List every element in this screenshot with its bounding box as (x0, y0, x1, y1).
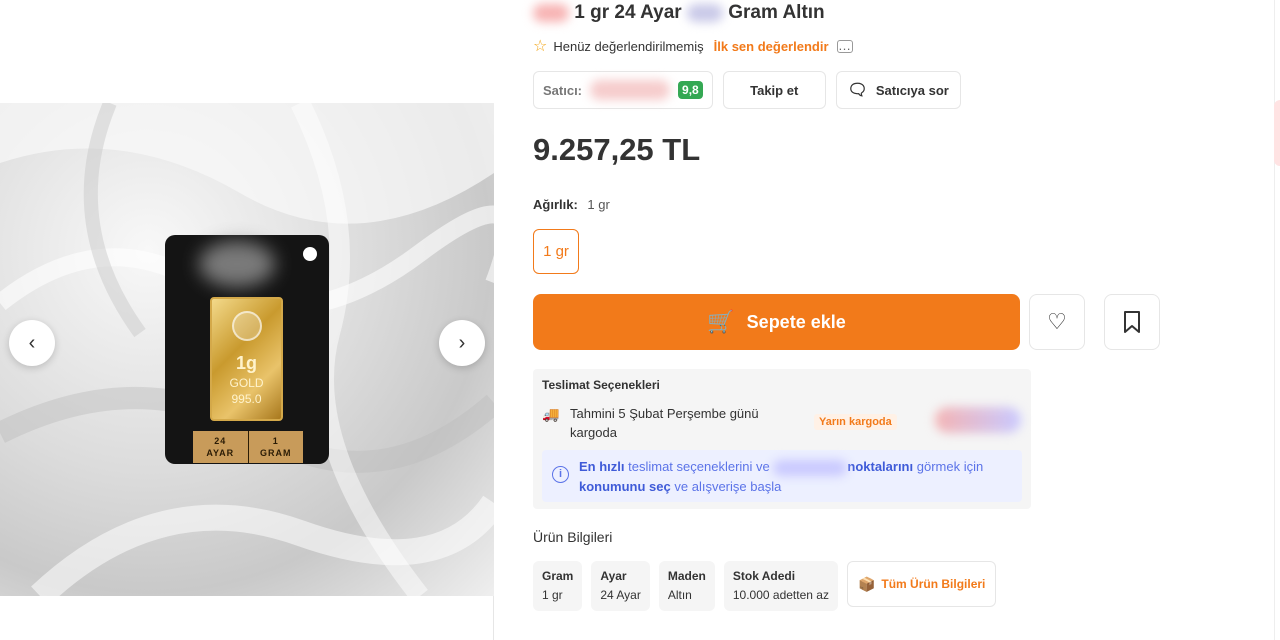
product-info-title: Ürün Bilgileri (533, 529, 613, 545)
blurred-logo (199, 241, 275, 287)
all-product-info-label: Tüm Ürün Bilgileri (881, 577, 986, 591)
product-attributes: Gram 1 gr Ayar 24 Ayar Maden Altın Stok … (533, 561, 997, 611)
heart-icon: ♡ (1047, 309, 1067, 334)
delivery-options: Teslimat Seçenekleri 🚚 Tahmini 5 Şubat P… (533, 369, 1031, 509)
blurred-brand (533, 3, 569, 22)
rating-status: Henüz değerlendirilmemiş (553, 38, 704, 54)
attribute-stock: Stok Adedi 10.000 adetten az (723, 561, 838, 611)
rating-row: ☆ Henüz değerlendirilmemiş İlk sen değer… (533, 36, 853, 56)
blurred-seller-name (590, 80, 671, 100)
location-text-6: ve alışverişe başla (674, 479, 782, 494)
save-button[interactable] (1104, 294, 1160, 350)
product-gallery: 1g GOLD 995.0 24 AYAR 1 GRAM ‹ › (0, 0, 494, 640)
card-label-left: 24 AYAR (193, 431, 248, 463)
comment-icon[interactable]: … (836, 39, 853, 53)
next-day-badge: Yarın kargoda (814, 414, 897, 430)
select-location-link[interactable]: konumunu seç (579, 479, 671, 494)
location-text: En hızlı teslimat seçeneklerini ve nokta… (579, 457, 1009, 497)
card-label-right: 1 GRAM (247, 431, 304, 463)
gold-purity: 995.0 (231, 392, 262, 406)
title-part-1: 1 gr 24 Ayar (574, 2, 682, 23)
delivery-title: Teslimat Seçenekleri (542, 378, 660, 392)
location-prompt[interactable]: i En hızlı teslimat seçeneklerini ve nok… (542, 450, 1022, 502)
previous-image-button[interactable]: ‹ (9, 320, 55, 366)
seller-score-badge: 9,8 (678, 81, 703, 99)
star-outline-icon: ☆ (533, 38, 548, 55)
attribute-value: 10.000 adetten az (732, 588, 829, 602)
gold-card: 1g GOLD 995.0 24 AYAR 1 GRAM (165, 235, 329, 464)
all-product-info-button[interactable]: 📦 Tüm Ürün Bilgileri (846, 561, 997, 607)
card-label-gram-value: 1 (272, 436, 279, 446)
rate-product-link[interactable]: İlk sen değerlendir (714, 39, 829, 54)
attribute-name: Gram (542, 569, 574, 583)
seller-row: Satıcı: 9,8 Takip et 🗨 Satıcıya sor (533, 71, 961, 109)
card-label-gram: GRAM (260, 448, 292, 458)
card-label: 24 AYAR 1 GRAM (193, 431, 303, 463)
gold-bar: 1g GOLD 995.0 (210, 297, 283, 421)
chevron-left-icon: ‹ (28, 331, 36, 354)
ask-seller-button[interactable]: 🗨 Satıcıya sor (835, 71, 961, 109)
gold-text: GOLD (229, 376, 264, 390)
info-icon: i (552, 466, 569, 483)
attribute-value: Altın (667, 588, 692, 602)
product-title: 1 gr 24 Ayar Gram Altın (533, 2, 825, 24)
gold-logo-circle (231, 311, 262, 341)
cart-add-icon: 🛒 (707, 309, 735, 334)
gallery-top-space (0, 0, 494, 103)
delivery-estimate: Tahmini 5 Şubat Perşembe günü kargoda (570, 406, 759, 440)
weight-selected-value: 1 gr (587, 197, 610, 212)
add-to-cart-label: Sepete ekle (746, 311, 846, 332)
blurred-location-word (773, 459, 848, 476)
title-part-2: Gram Altın (728, 2, 825, 23)
attribute-maden: Maden Altın (658, 561, 715, 611)
card-label-ayar: AYAR (206, 448, 235, 458)
gold-weight: 1g (235, 353, 257, 373)
attribute-name: Stok Adedi (732, 569, 796, 583)
location-text-bold-3: noktalarını (847, 459, 914, 474)
box-icon: 📦 (857, 575, 876, 592)
attribute-ayar: Ayar 24 Ayar (591, 561, 650, 611)
seller-label: Satıcı: (543, 82, 583, 98)
weight-option-1gr[interactable]: 1 gr (533, 229, 579, 274)
blurred-delivery-info (935, 407, 1021, 433)
location-text-bold-1: En hızlı (579, 459, 625, 474)
seller-box[interactable]: Satıcı: 9,8 (533, 71, 713, 109)
attribute-name: Ayar (600, 569, 627, 583)
blurred-brand-2 (686, 3, 723, 22)
truck-icon: 🚚 (542, 406, 560, 422)
attribute-gram: Gram 1 gr (533, 561, 583, 611)
attribute-value: 24 Ayar (600, 588, 641, 602)
chat-icon: 🗨 (847, 82, 868, 99)
add-to-cart-button[interactable]: 🛒 Sepete ekle (533, 294, 1020, 350)
attribute-name: Maden (667, 569, 706, 583)
product-image[interactable]: 1g GOLD 995.0 24 AYAR 1 GRAM (0, 103, 494, 596)
page-edge-pill (1274, 100, 1280, 166)
attribute-value: 1 gr (542, 588, 563, 602)
chevron-right-icon: › (458, 331, 466, 354)
product-price: 9.257,25 TL (533, 132, 701, 167)
location-text-4: görmek için (916, 459, 984, 474)
card-label-ayar-value: 24 (214, 436, 227, 446)
favorite-button[interactable]: ♡ (1029, 294, 1085, 350)
next-image-button[interactable]: › (439, 320, 485, 366)
card-hole (303, 247, 317, 261)
location-text-2: teslimat seçeneklerini ve (628, 459, 770, 474)
bookmark-icon (1124, 311, 1140, 333)
ask-seller-label: Satıcıya sor (875, 82, 949, 98)
weight-label-text: Ağırlık: (533, 197, 578, 212)
follow-button[interactable]: Takip et (722, 71, 826, 109)
weight-label: Ağırlık: 1 gr (533, 197, 610, 212)
page-edge-line (1274, 0, 1275, 640)
